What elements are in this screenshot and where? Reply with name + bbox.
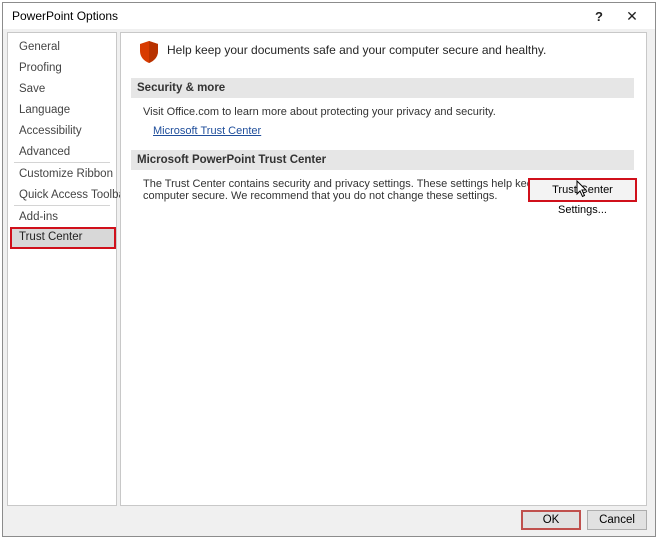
sidebar-item-add-ins[interactable]: Add-ins xyxy=(10,207,114,227)
ok-button[interactable]: OK xyxy=(521,510,581,530)
help-button[interactable]: ? xyxy=(587,5,611,27)
security-more-text: Visit Office.com to learn more about pro… xyxy=(143,106,496,118)
mouse-cursor-icon xyxy=(576,180,588,198)
sidebar-item-customize-ribbon[interactable]: Customize Ribbon xyxy=(10,164,114,184)
options-sidebar: General Proofing Save Language Accessibi… xyxy=(7,32,129,506)
microsoft-trust-center-link[interactable]: Microsoft Trust Center xyxy=(153,125,261,137)
sidebar-divider xyxy=(14,205,110,206)
sidebar-item-language[interactable]: Language xyxy=(10,100,114,120)
trust-center-header: Microsoft PowerPoint Trust Center xyxy=(131,150,634,170)
title-bar: PowerPoint Options ? ✕ xyxy=(3,3,655,29)
sidebar-item-proofing[interactable]: Proofing xyxy=(10,58,114,78)
trust-center-panel: Help keep your documents safe and your c… xyxy=(120,32,647,506)
shield-icon xyxy=(140,41,158,63)
window-title: PowerPoint Options xyxy=(12,9,119,23)
cancel-button[interactable]: Cancel xyxy=(587,510,647,530)
sidebar-divider xyxy=(14,162,110,163)
trust-center-text-line1: The Trust Center contains security and p… xyxy=(143,178,564,190)
sidebar-item-accessibility[interactable]: Accessibility xyxy=(10,121,114,141)
sidebar-item-trust-center[interactable]: Trust Center xyxy=(10,227,116,249)
sidebar-item-save[interactable]: Save xyxy=(10,79,114,99)
security-more-header: Security & more xyxy=(131,78,634,98)
banner-text: Help keep your documents safe and your c… xyxy=(167,43,547,57)
sidebar-item-general[interactable]: General xyxy=(10,37,114,57)
sidebar-item-advanced[interactable]: Advanced xyxy=(10,142,114,162)
trust-center-text-line2: computer secure. We recommend that you d… xyxy=(143,190,498,202)
close-button[interactable]: ✕ xyxy=(620,5,644,27)
sidebar-item-quick-access-toolbar[interactable]: Quick Access Toolbar xyxy=(10,185,129,205)
